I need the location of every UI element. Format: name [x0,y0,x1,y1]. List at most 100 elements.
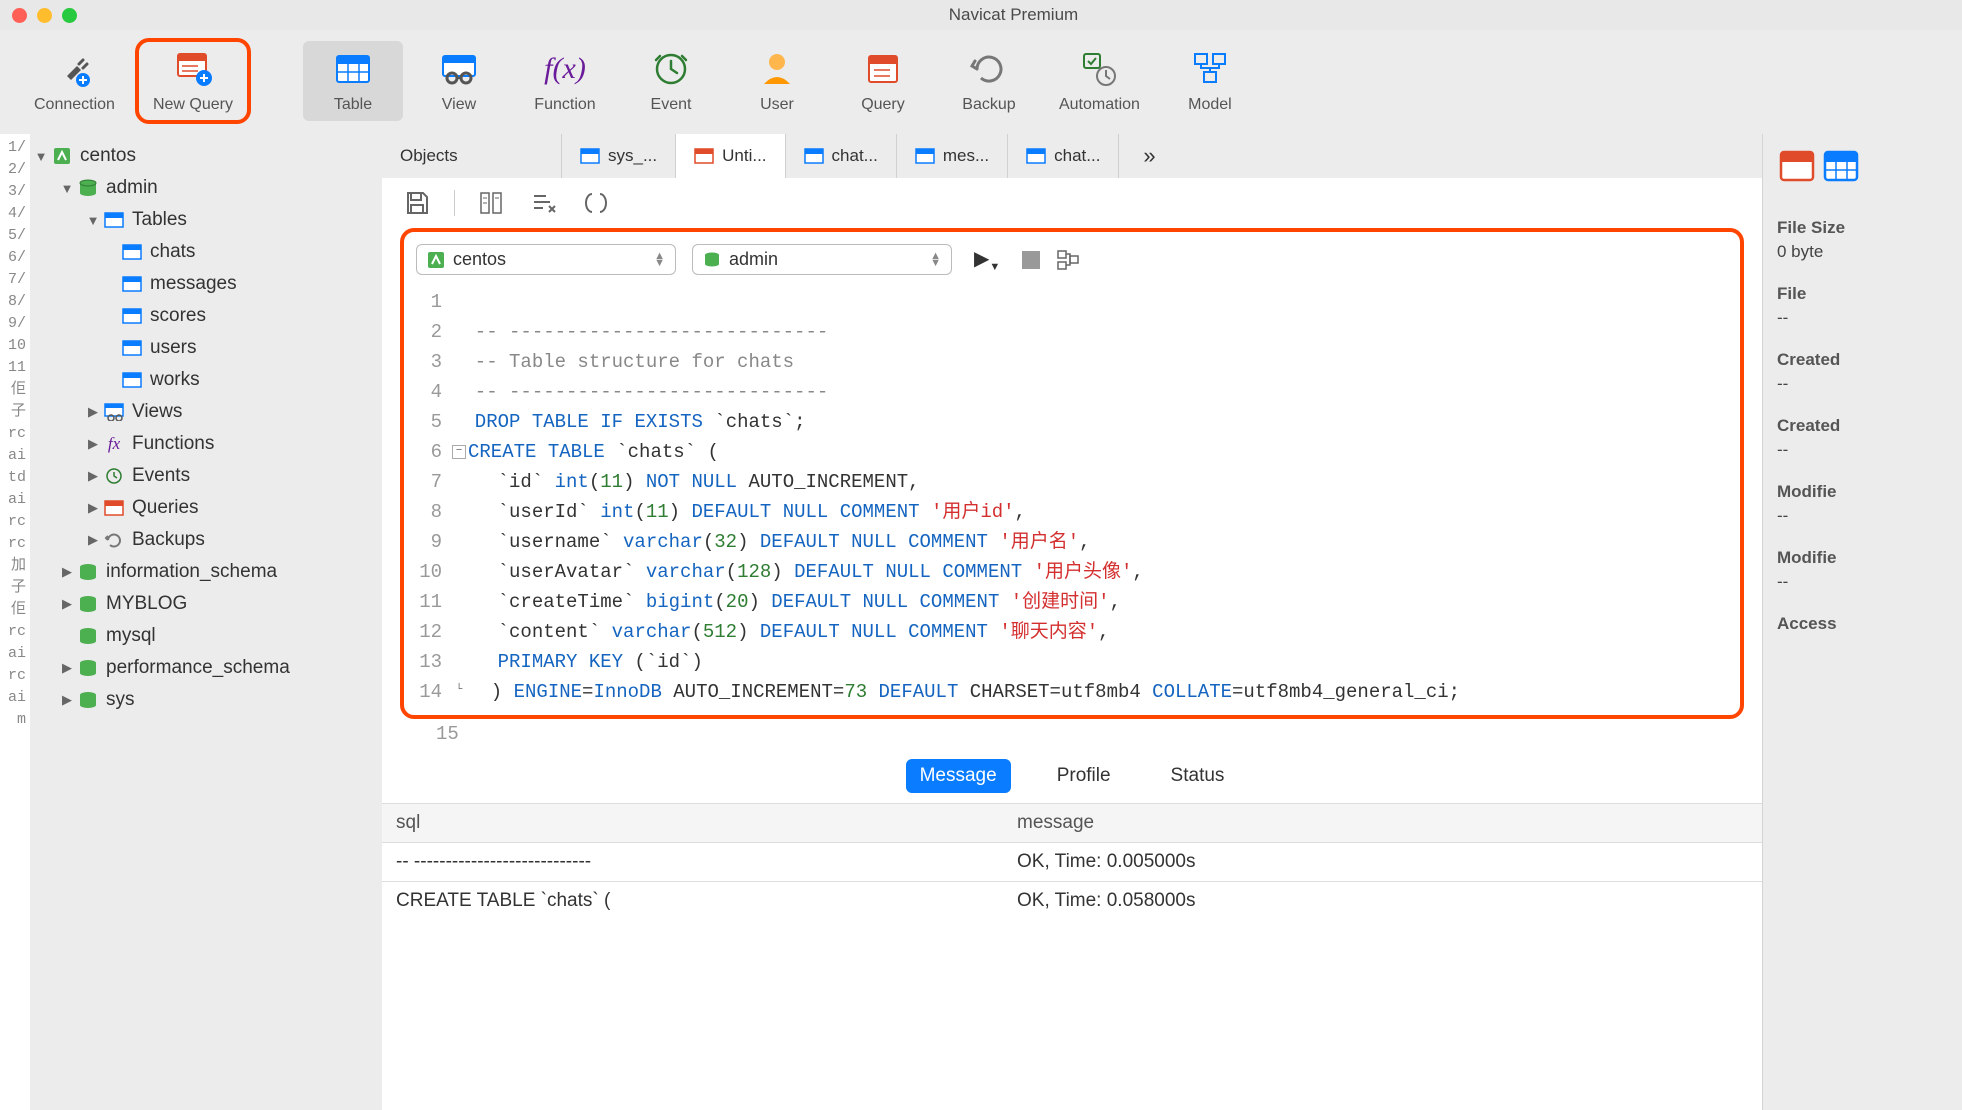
tab-objects[interactable]: Objects [382,134,562,178]
table-item-icon [120,337,144,359]
code-editor[interactable]: 1234567891011121314 -- -----------------… [412,283,1732,707]
tree-tables-folder[interactable]: ▼Tables [30,204,382,236]
table-icon [1026,147,1046,165]
user-button[interactable]: User [727,41,827,121]
close-window-icon[interactable] [12,8,27,23]
tree-connection-centos[interactable]: ▼centos [30,140,382,172]
table-item-icon [120,241,144,263]
table-item-icon [120,369,144,391]
database-icon [76,593,100,615]
backup-icon [968,48,1010,90]
new-query-button[interactable]: New Query [135,38,251,124]
connection-button[interactable]: Connection [20,41,129,121]
user-icon [756,48,798,90]
table-icon [804,147,824,165]
extra-line-number: 15 [382,719,1762,749]
tab-sys[interactable]: sys_... [562,134,676,178]
save-button[interactable] [402,188,432,218]
event-button[interactable]: Event [621,41,721,121]
tab-mes[interactable]: mes... [897,134,1008,178]
view-button[interactable]: View [409,41,509,121]
database-selector[interactable]: admin ▲▼ [692,244,952,275]
view-icon [438,48,480,90]
database-icon [76,689,100,711]
fold-icon[interactable]: − [452,445,466,459]
table-icon [332,48,374,90]
function-icon: f(x) [544,48,586,90]
connection-icon [427,251,445,269]
model-button[interactable]: Model [1160,41,1260,121]
views-folder-icon [102,401,126,423]
tab-untitled[interactable]: Unti... [676,134,785,178]
result-tab-message[interactable]: Message [906,759,1011,793]
result-tab-profile[interactable]: Profile [1043,759,1125,793]
result-tabs: Message Profile Status [382,749,1762,803]
connection-icon [50,145,74,167]
chevron-updown-icon: ▲▼ [654,253,665,267]
result-row[interactable]: -- ----------------------------OK, Time:… [382,843,1762,882]
result-tab-status[interactable]: Status [1157,759,1239,793]
connection-selector[interactable]: centos ▲▼ [416,244,676,275]
tree-functions-folder[interactable]: ▶fxFunctions [30,428,382,460]
tree-db-mysql[interactable]: ▶mysql [30,620,382,652]
sidebar: ▼centos ▼admin ▼Tables chats messages sc… [30,134,382,1110]
tree-db-information-schema[interactable]: ▶information_schema [30,556,382,588]
code-snippets-button[interactable] [581,188,611,218]
tree-table-works[interactable]: works [30,364,382,396]
model-icon [1189,48,1231,90]
tree-table-users[interactable]: users [30,332,382,364]
tree-db-admin[interactable]: ▼admin [30,172,382,204]
function-button[interactable]: f(x) Function [515,41,615,121]
explain-button[interactable] [1056,248,1080,272]
traffic-lights [12,8,77,23]
value-modified2: -- [1777,572,1948,592]
table-button[interactable]: Table [303,41,403,121]
events-folder-icon [102,465,126,487]
run-button[interactable]: ▶▼ [968,246,1006,273]
tree-db-sys[interactable]: ▶sys [30,684,382,716]
automation-button[interactable]: Automation [1045,41,1154,121]
tabbar: Objects sys_... Unti... chat... mes... c… [382,134,1762,178]
label-file: File [1777,284,1948,304]
window-title: Navicat Premium [77,5,1950,25]
external-line-gutter: 1/2/3/4/5/6/7/8/9/1011佢子rcaitdaircrc加子佢r… [0,134,30,1110]
backups-folder-icon [102,529,126,551]
label-access: Access [1777,614,1948,634]
info-panel: File Size 0 byte File -- Created -- Crea… [1762,134,1962,1110]
tree-db-performance-schema[interactable]: ▶performance_schema [30,652,382,684]
database-icon [76,657,100,679]
functions-folder-icon: fx [102,433,126,455]
clock-icon [650,48,692,90]
query-tab-icon [694,147,714,165]
tree-events-folder[interactable]: ▶Events [30,460,382,492]
table-icon [580,147,600,165]
tab-overflow-button[interactable]: » [1119,134,1179,178]
result-row[interactable]: CREATE TABLE `chats` (OK, Time: 0.058000… [382,882,1762,921]
database-icon [76,177,100,199]
new-query-icon [172,48,214,90]
tree-table-scores[interactable]: scores [30,300,382,332]
tree-table-messages[interactable]: messages [30,268,382,300]
tab-chat1[interactable]: chat... [786,134,897,178]
query-builder-button[interactable] [477,188,507,218]
beautify-button[interactable] [529,188,559,218]
query-button[interactable]: Query [833,41,933,121]
tree-queries-folder[interactable]: ▶Queries [30,492,382,524]
chevron-updown-icon: ▲▼ [930,253,941,267]
code-content[interactable]: -- ---------------------------- -- Table… [452,287,1732,707]
tree-table-chats[interactable]: chats [30,236,382,268]
tree-views-folder[interactable]: ▶Views [30,396,382,428]
main-toolbar: Connection New Query Table View f(x) Fun [0,30,1962,134]
backup-button[interactable]: Backup [939,41,1039,121]
minimize-window-icon[interactable] [37,8,52,23]
label-file-size: File Size [1777,218,1948,238]
tree-db-myblog[interactable]: ▶MYBLOG [30,588,382,620]
tab-chat2[interactable]: chat... [1008,134,1119,178]
maximize-window-icon[interactable] [62,8,77,23]
tree-backups-folder[interactable]: ▶Backups [30,524,382,556]
editor-toolbar [382,178,1762,228]
value-created: -- [1777,374,1948,394]
query-icon [862,48,904,90]
stop-button[interactable] [1022,251,1040,269]
value-modified: -- [1777,506,1948,526]
